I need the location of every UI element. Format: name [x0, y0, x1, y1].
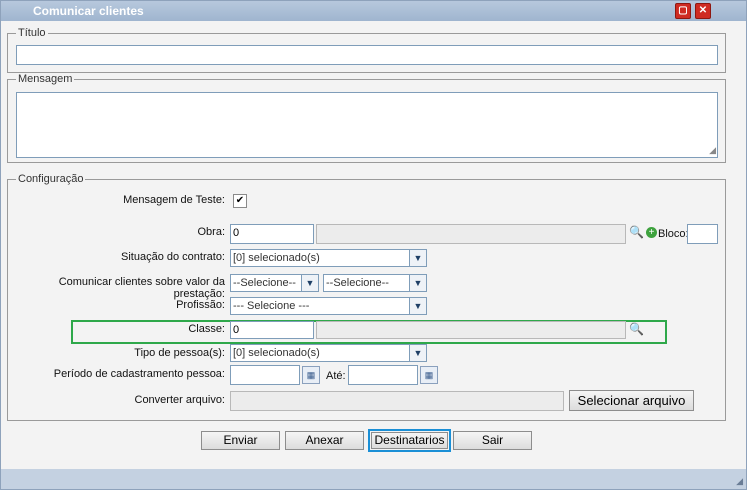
config-legend: Configuração [18, 173, 84, 185]
chevron-down-icon[interactable]: ▼ [409, 345, 426, 361]
situacao-label: Situação do contrato: [121, 251, 225, 263]
converter-file-path [230, 391, 564, 411]
comunicar-select-2[interactable]: --Selecione-- ▼ [323, 274, 427, 292]
obra-description [316, 224, 626, 244]
bloco-input[interactable] [687, 224, 718, 244]
resize-grip-icon[interactable]: ◢ [709, 145, 716, 156]
dialog-window: Comunicar clientes ▢ ✕ Título Mensagem ◢… [0, 0, 747, 490]
chevron-down-icon[interactable]: ▼ [409, 298, 426, 314]
tipo-label: Tipo de pessoa(s): [134, 347, 225, 359]
classe-description [316, 321, 626, 339]
status-bar: ◢ [1, 469, 746, 489]
chevron-down-icon[interactable]: ▼ [409, 250, 426, 266]
profissao-select[interactable]: --- Selecione --- ▼ [230, 297, 427, 315]
tipo-select[interactable]: [0] selecionado(s) ▼ [230, 344, 427, 362]
chevron-down-icon[interactable]: ▼ [409, 275, 426, 291]
ate-label: Até: [326, 370, 346, 382]
dialog-body: Título Mensagem ◢ Configuração Mensagem … [1, 21, 746, 469]
window-title: Comunicar clientes [33, 4, 144, 18]
situacao-value: [0] selecionado(s) [233, 252, 320, 264]
maximize-icon[interactable]: ▢ [675, 3, 691, 19]
classe-label: Classe: [188, 323, 225, 335]
calendar-icon[interactable]: ▦ [302, 366, 320, 384]
periodo-start-input[interactable] [230, 365, 300, 385]
test-label: Mensagem de Teste: [123, 194, 225, 206]
converter-label: Converter arquivo: [134, 394, 226, 406]
titulo-legend: Título [18, 27, 46, 39]
situacao-select[interactable]: [0] selecionado(s) ▼ [230, 249, 427, 267]
profissao-label: Profissão: [176, 299, 225, 311]
comunicar-value-2: --Selecione-- [326, 277, 389, 289]
classe-input[interactable]: 0 [230, 321, 314, 339]
destinatarios-button[interactable]: Destinatarios [371, 432, 448, 449]
bloco-label: Bloco: [658, 228, 689, 240]
obra-label: Obra: [197, 226, 225, 238]
obra-input[interactable]: 0 [230, 224, 314, 244]
resize-grip-icon[interactable]: ◢ [736, 476, 743, 487]
mensagem-textarea[interactable]: ◢ [16, 92, 718, 158]
comunicar-label: Comunicar clientes sobre valor da presta… [58, 276, 225, 300]
test-checkbox[interactable]: ✔ [233, 194, 247, 208]
comunicar-select-1[interactable]: --Selecione-- ▼ [230, 274, 319, 292]
search-icon[interactable]: 🔍 [629, 322, 644, 336]
selecionar-arquivo-button[interactable]: Selecionar arquivo [569, 390, 694, 411]
anexar-button[interactable]: Anexar [285, 431, 364, 450]
comunicar-value-1: --Selecione-- [233, 277, 296, 289]
add-icon[interactable]: + [646, 227, 657, 238]
chevron-down-icon[interactable]: ▼ [301, 275, 318, 291]
enviar-button[interactable]: Enviar [201, 431, 280, 450]
titulo-input[interactable] [16, 45, 718, 65]
sair-button[interactable]: Sair [453, 431, 532, 450]
periodo-label: Período de cadastramento pessoa: [53, 368, 225, 380]
profissao-value: --- Selecione --- [233, 300, 310, 312]
title-bar[interactable]: Comunicar clientes ▢ ✕ [1, 1, 746, 21]
mensagem-legend: Mensagem [18, 73, 73, 85]
close-icon[interactable]: ✕ [695, 3, 711, 19]
search-icon[interactable]: 🔍 [629, 225, 644, 239]
tipo-value: [0] selecionado(s) [233, 347, 320, 359]
calendar-icon[interactable]: ▦ [420, 366, 438, 384]
periodo-end-input[interactable] [348, 365, 418, 385]
